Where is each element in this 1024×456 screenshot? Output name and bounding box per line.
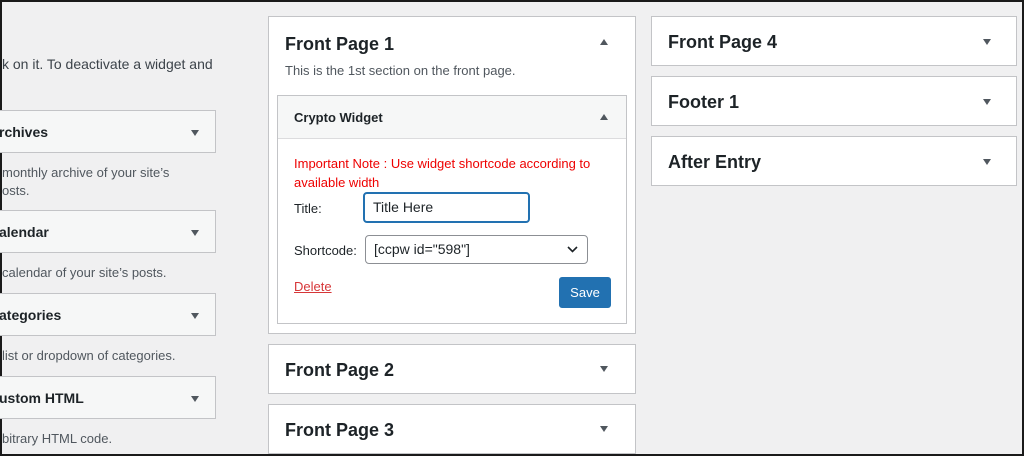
crypto-widget: Crypto Widget Important Note : Use widge… — [277, 95, 627, 324]
chevron-down-icon[interactable] — [983, 159, 991, 165]
chevron-down-icon[interactable] — [191, 396, 199, 402]
widget-area-title: Front Page 2 — [285, 360, 395, 380]
chevron-down-icon[interactable] — [600, 426, 608, 432]
widgets-instructions: k on it. To deactivate a widget and — [2, 56, 213, 72]
widget-area-title: Front Page 4 — [668, 32, 778, 52]
title-input[interactable]: Title Here — [363, 192, 530, 223]
chevron-up-icon[interactable] — [600, 114, 608, 120]
chevron-down-icon[interactable] — [600, 366, 608, 372]
shortcode-label: Shortcode: — [294, 243, 357, 258]
widget-area-front-page-4[interactable]: Front Page 4 — [651, 16, 1017, 66]
widget-description: calendar of your site’s posts. — [2, 265, 167, 280]
widget-area-title: Front Page 3 — [285, 420, 395, 440]
delete-link[interactable]: Delete — [294, 279, 332, 294]
save-button[interactable]: Save — [559, 277, 611, 308]
widget-description: monthly archive of your site’s osts. — [2, 165, 170, 198]
title-label: Title: — [294, 201, 322, 216]
widget-title: ustom HTML — [0, 390, 84, 406]
chevron-down-icon[interactable] — [191, 313, 199, 319]
widget-area-title[interactable]: Front Page 1 — [285, 34, 394, 55]
widget-description: list or dropdown of categories. — [2, 348, 176, 363]
chevron-down-icon[interactable] — [191, 230, 199, 236]
chevron-down-icon[interactable] — [983, 39, 991, 45]
chevron-down-icon[interactable] — [191, 130, 199, 136]
widget-title: Crypto Widget — [294, 110, 383, 125]
widget-area-front-page-3[interactable]: Front Page 3 — [268, 404, 636, 454]
widget-title: ategories — [0, 307, 62, 323]
widget-area-title: After Entry — [668, 152, 762, 172]
widget-area-description: This is the 1st section on the front pag… — [285, 63, 516, 78]
shortcode-select[interactable]: [ccpw id="598"] — [365, 235, 588, 264]
chevron-down-icon — [567, 246, 578, 253]
widget-area-after-entry[interactable]: After Entry — [651, 136, 1017, 186]
widget-title: rchives — [0, 124, 49, 140]
available-widget-categories[interactable]: ategories — [0, 293, 216, 336]
widget-area-front-page-2[interactable]: Front Page 2 — [268, 344, 636, 394]
widget-title: alendar — [0, 224, 49, 240]
widget-area-title: Footer 1 — [668, 92, 740, 112]
shortcode-selected-value: [ccpw id="598"] — [374, 241, 470, 257]
important-note: Important Note : Use widget shortcode ac… — [294, 156, 591, 190]
available-widget-calendar[interactable]: alendar — [0, 210, 216, 253]
widget-area-front-page-1: Front Page 1 This is the 1st section on … — [268, 16, 636, 334]
available-widget-custom-html[interactable]: ustom HTML — [0, 376, 216, 419]
chevron-up-icon[interactable] — [600, 39, 608, 45]
chevron-down-icon[interactable] — [983, 99, 991, 105]
crypto-widget-header[interactable]: Crypto Widget — [278, 96, 626, 139]
available-widget-archives[interactable]: rchives — [0, 110, 216, 153]
widget-description: bitrary HTML code. — [2, 431, 113, 446]
widget-area-footer-1[interactable]: Footer 1 — [651, 76, 1017, 126]
